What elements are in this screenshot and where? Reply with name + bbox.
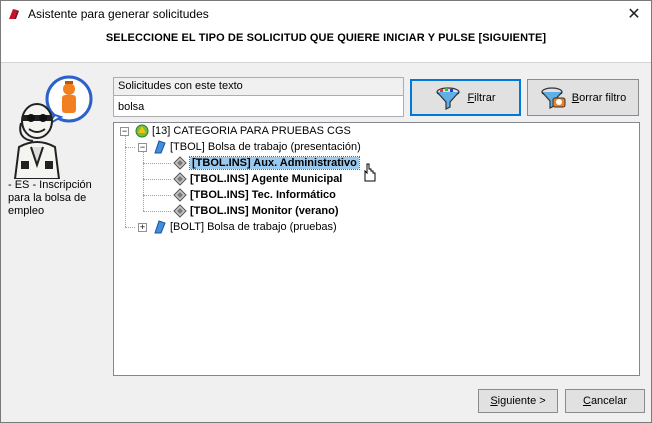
tree-line bbox=[143, 195, 171, 196]
filter-button[interactable]: Filtrar bbox=[410, 79, 521, 116]
wizard-app-icon bbox=[9, 9, 19, 19]
tree-item[interactable]: [TBOL.INS] Agente Municipal bbox=[172, 171, 342, 187]
filter-group: Solicitudes con este texto bbox=[113, 77, 404, 117]
mouse-cursor-icon bbox=[364, 163, 376, 182]
filter-input[interactable] bbox=[115, 97, 402, 116]
tree-item-label: [TBOL.INS] Monitor (verano) bbox=[190, 205, 339, 217]
title-bar: Asistente para generar solicitudes ✕ bbox=[1, 1, 651, 27]
group-icon bbox=[154, 140, 166, 154]
group-icon bbox=[154, 220, 166, 234]
request-item-icon bbox=[173, 188, 187, 202]
tree-item-label-selected: [TBOL.INS] Aux. Administrativo bbox=[189, 156, 360, 170]
tree-line bbox=[143, 179, 171, 180]
cancel-button-label: Cancelar bbox=[582, 395, 628, 407]
request-type-tree[interactable]: − [13] CATEGORIA PARA PRUEBAS CGS − [TBO… bbox=[113, 122, 640, 376]
funnel-icon bbox=[436, 86, 461, 110]
tree-item-label: [TBOL.INS] Tec. Informático bbox=[190, 189, 336, 201]
wizard-window: Asistente para generar solicitudes ✕ SEL… bbox=[0, 0, 652, 423]
cancel-button[interactable]: Cancelar bbox=[565, 389, 645, 413]
eraser-icon bbox=[541, 86, 566, 109]
clear-filter-button[interactable]: Borrar filtro bbox=[527, 79, 639, 116]
assistant-figure-icon bbox=[13, 75, 93, 179]
request-item-icon bbox=[173, 172, 187, 186]
tree-collapse-toggle[interactable]: − bbox=[120, 127, 129, 136]
tree-node-label: [BOLT] Bolsa de trabajo (pruebas) bbox=[170, 221, 337, 233]
close-button[interactable]: ✕ bbox=[617, 1, 651, 27]
tree-line bbox=[125, 227, 135, 228]
tree-node-group[interactable]: [TBOL] Bolsa de trabajo (presentación) bbox=[152, 139, 361, 155]
tree-node-label: [TBOL] Bolsa de trabajo (presentación) bbox=[170, 141, 361, 153]
category-icon bbox=[135, 124, 149, 138]
next-button[interactable]: Siguiente > bbox=[478, 389, 558, 413]
tree-line bbox=[143, 211, 171, 212]
tree-node-group[interactable]: [BOLT] Bolsa de trabajo (pruebas) bbox=[152, 219, 337, 235]
tree-node-root[interactable]: [13] CATEGORIA PARA PRUEBAS CGS bbox=[134, 123, 351, 139]
left-panel: - ES - Inscripción para la bolsa de empl… bbox=[1, 63, 101, 381]
header-band: SELECCIONE EL TIPO DE SOLICITUD QUE QUIE… bbox=[1, 27, 651, 63]
clear-filter-button-label: Borrar filtro bbox=[571, 91, 627, 104]
next-button-label: Siguiente > bbox=[490, 395, 546, 407]
tree-expand-toggle[interactable]: + bbox=[138, 223, 147, 232]
request-item-icon bbox=[173, 204, 187, 218]
tree-collapse-toggle[interactable]: − bbox=[138, 143, 147, 152]
tree-line bbox=[125, 147, 135, 148]
request-description: - ES - Inscripción para la bolsa de empl… bbox=[8, 179, 92, 217]
instruction-text: SELECCIONE EL TIPO DE SOLICITUD QUE QUIE… bbox=[105, 32, 547, 44]
tree-node-label: [13] CATEGORIA PARA PRUEBAS CGS bbox=[152, 125, 351, 137]
tree-item[interactable]: [TBOL.INS] Monitor (verano) bbox=[172, 203, 339, 219]
tree-item[interactable]: [TBOL.INS] Aux. Administrativo bbox=[172, 155, 360, 171]
tree-item-label: [TBOL.INS] Agente Municipal bbox=[190, 173, 343, 185]
window-title: Asistente para generar solicitudes bbox=[28, 7, 209, 21]
request-item-icon bbox=[173, 156, 187, 170]
tree-line bbox=[143, 163, 171, 164]
tree-line bbox=[143, 151, 144, 211]
filter-label: Solicitudes con este texto bbox=[114, 78, 403, 96]
tree-line bbox=[125, 135, 126, 227]
filter-button-label: Filtrar bbox=[467, 91, 496, 104]
tree-item[interactable]: [TBOL.INS] Tec. Informático bbox=[172, 187, 336, 203]
